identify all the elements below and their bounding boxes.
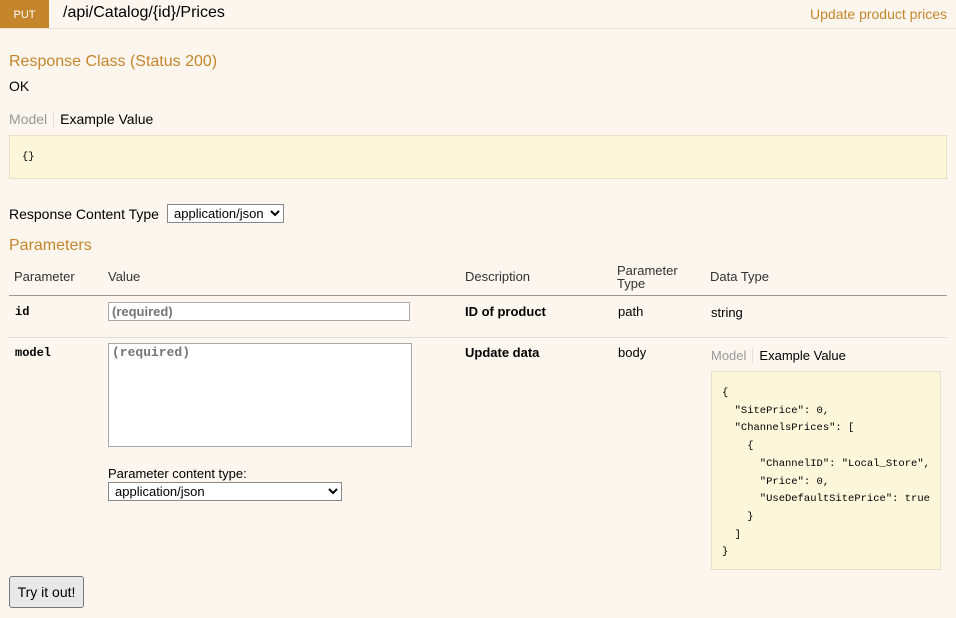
tab-model[interactable]: Model <box>9 111 55 127</box>
model-example-box[interactable]: { "SitePrice": 0, "ChannelsPrices": [ { … <box>711 371 941 570</box>
column-header-parameter-type-line2: Type <box>617 276 646 291</box>
tab-model[interactable]: Model <box>711 348 754 363</box>
column-header-value: Value <box>108 269 141 284</box>
param-description-model: Update data <box>465 345 540 360</box>
param-name-id: id <box>15 305 30 319</box>
response-content-type-label: Response Content Type <box>9 206 159 222</box>
response-class-title: Response Class (Status 200) <box>9 53 218 70</box>
param-data-type-id: string <box>711 305 743 320</box>
table-header-divider <box>9 295 947 296</box>
column-header-parameter: Parameter <box>14 269 75 284</box>
param-model-textarea[interactable] <box>108 343 412 447</box>
param-id-input[interactable] <box>108 302 410 321</box>
column-header-description: Description <box>465 269 531 284</box>
model-example-code: { "SitePrice": 0, "ChannelsPrices": [ { … <box>722 387 930 559</box>
parameters-title: Parameters <box>9 237 92 254</box>
http-method-badge: PUT <box>0 0 49 28</box>
response-example-box: {} <box>9 135 947 179</box>
response-model-tabs: Model Example Value <box>9 111 153 127</box>
endpoint-path[interactable]: /api/Catalog/{id}/Prices <box>63 4 225 22</box>
try-it-out-button[interactable]: Try it out! <box>9 576 84 608</box>
operation-summary[interactable]: Update product prices <box>810 6 947 22</box>
param-name-model: model <box>15 346 52 360</box>
column-header-parameter-type: Parameter Type <box>617 264 678 290</box>
param-content-type-label: Parameter content type: <box>108 466 247 481</box>
response-content-type-select[interactable]: application/json <box>167 204 284 223</box>
model-signature-tabs: Model Example Value <box>711 348 846 363</box>
response-example-code: {} <box>22 151 35 163</box>
param-type-id: path <box>618 304 644 319</box>
tab-example-value[interactable]: Example Value <box>753 348 845 363</box>
tab-example-value[interactable]: Example Value <box>54 111 153 127</box>
table-row-divider <box>9 337 947 338</box>
param-type-model: body <box>618 345 647 360</box>
response-status-text: OK <box>9 78 30 94</box>
param-content-type-select[interactable]: application/json <box>108 482 342 501</box>
column-header-data-type: Data Type <box>710 269 770 284</box>
operation-header[interactable]: PUT /api/Catalog/{id}/Prices Update prod… <box>0 0 956 29</box>
param-description-id: ID of product <box>465 304 546 319</box>
